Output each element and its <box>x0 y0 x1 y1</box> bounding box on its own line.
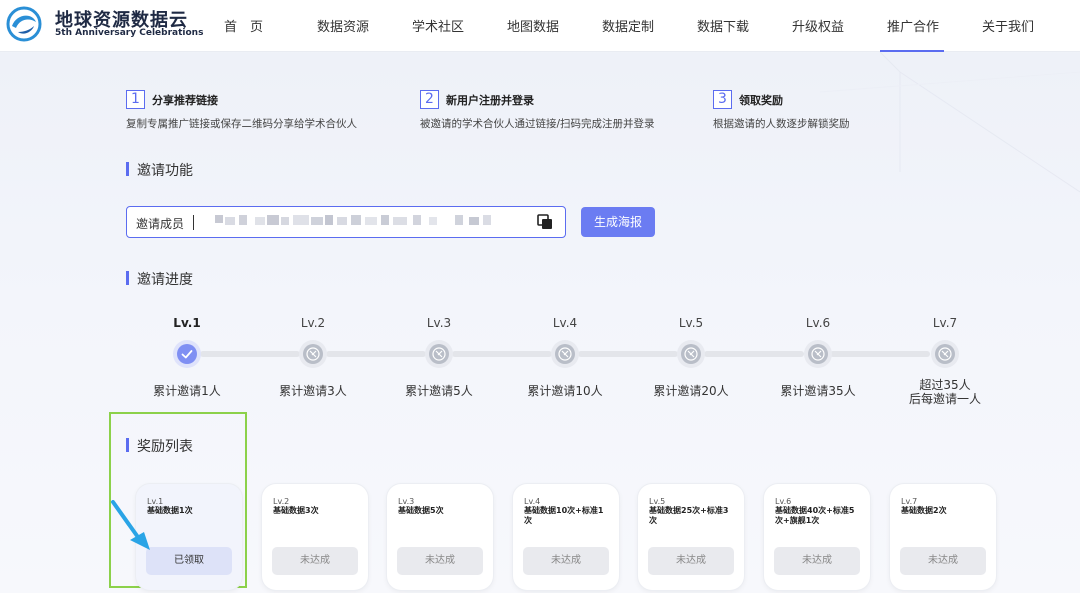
progress-track <box>326 351 426 357</box>
reward-card-6: Lv.6 基础数据40次+标准5次+旗舰1次 未达成 <box>764 484 870 590</box>
top-nav: 地球资源数据云 5th Anniversary Celebrations 首 页… <box>0 0 1080 52</box>
reward-level: Lv.2 <box>273 497 290 506</box>
level-node-4 <box>551 340 579 368</box>
step-description: 根据邀请的人数逐步解锁奖励 <box>713 118 850 130</box>
level-node-6 <box>804 340 832 368</box>
nav-active-indicator <box>880 50 944 52</box>
reward-description: 基础数据10次+标准1次 <box>524 506 604 525</box>
invite-section-title: 邀请功能 <box>126 160 193 180</box>
reward-description: 基础数据40次+标准5次+旗舰1次 <box>775 506 855 525</box>
text-cursor <box>193 215 194 230</box>
level-requirement-7-line2: 后每邀请一人 <box>908 392 981 406</box>
level-requirement-3: 累计邀请5人 <box>405 384 473 398</box>
level-label-5: Lv.5 <box>678 316 704 330</box>
reward-level: Lv.1 <box>147 497 164 506</box>
reward-card-2: Lv.2 基础数据3次 未达成 <box>262 484 368 590</box>
level-node-7 <box>931 340 959 368</box>
nav-item-academic-community[interactable]: 学术社区 <box>412 16 464 35</box>
invite-link-field[interactable]: 邀请成员 <box>126 206 566 238</box>
reward-card-7: Lv.7 基础数据2次 未达成 <box>890 484 996 590</box>
not-reached-button[interactable]: 未达成 <box>397 547 483 575</box>
level-requirement-7-line1: 超过35人 <box>919 378 971 392</box>
lock-icon <box>432 347 446 361</box>
generate-poster-button[interactable]: 生成海报 <box>581 207 655 237</box>
level-requirement-1: 累计邀请1人 <box>153 384 221 398</box>
invite-label: 邀请成员 <box>136 217 185 231</box>
brand-subtitle: 5th Anniversary Celebrations <box>55 28 204 38</box>
nav-item-home[interactable]: 首 页 <box>224 16 263 35</box>
step-title: 领取奖励 <box>739 94 783 107</box>
reward-level: Lv.3 <box>398 497 415 506</box>
step-number: 2 <box>420 90 439 109</box>
step-title: 新用户注册并登录 <box>446 94 534 107</box>
lock-icon <box>938 347 952 361</box>
progress-track <box>200 351 300 357</box>
reward-card-4: Lv.4 基础数据10次+标准1次 未达成 <box>513 484 619 590</box>
lock-icon <box>811 347 825 361</box>
level-node-2 <box>299 340 327 368</box>
level-requirement-4: 累计邀请10人 <box>527 384 603 398</box>
nav-item-map-data[interactable]: 地图数据 <box>507 16 559 35</box>
level-requirement-7: 超过35人 后每邀请一人 <box>890 378 1000 406</box>
reward-description: 基础数据5次 <box>398 506 444 515</box>
reward-level: Lv.7 <box>901 497 918 506</box>
step-description: 复制专属推广链接或保存二维码分享给学术合伙人 <box>126 118 357 130</box>
reward-description: 基础数据1次 <box>147 506 193 515</box>
not-reached-button[interactable]: 未达成 <box>648 547 734 575</box>
level-requirement-6: 累计邀请35人 <box>780 384 856 398</box>
progress-track <box>830 351 930 357</box>
level-label-4: Lv.4 <box>552 316 578 330</box>
reward-level: Lv.4 <box>524 497 541 506</box>
logo-icon[interactable] <box>6 6 42 42</box>
not-reached-button[interactable]: 未达成 <box>774 547 860 575</box>
reward-card-3: Lv.3 基础数据5次 未达成 <box>387 484 493 590</box>
nav-item-data-customization[interactable]: 数据定制 <box>602 16 654 35</box>
nav-item-data-resources[interactable]: 数据资源 <box>317 16 369 35</box>
level-label-6: Lv.6 <box>805 316 831 330</box>
progress-track <box>452 351 552 357</box>
reward-description: 基础数据3次 <box>273 506 319 515</box>
not-reached-button[interactable]: 未达成 <box>523 547 609 575</box>
lock-icon <box>684 347 698 361</box>
not-reached-button[interactable]: 未达成 <box>272 547 358 575</box>
level-label-2: Lv.2 <box>300 316 326 330</box>
level-node-5 <box>677 340 705 368</box>
level-requirement-2: 累计邀请3人 <box>279 384 347 398</box>
lock-icon <box>558 347 572 361</box>
check-icon <box>181 350 193 359</box>
step-number: 3 <box>713 90 732 109</box>
step-title: 分享推荐链接 <box>152 94 218 107</box>
reward-card-1: Lv.1 基础数据1次 已领取 <box>136 484 242 590</box>
redacted-link <box>215 215 491 225</box>
level-label-7: Lv.7 <box>932 316 958 330</box>
lock-icon <box>306 347 320 361</box>
progress-track <box>578 351 678 357</box>
copy-icon[interactable] <box>537 214 553 230</box>
reward-description: 基础数据2次 <box>901 506 947 515</box>
step-number: 1 <box>126 90 145 109</box>
step-description: 被邀请的学术合伙人通过链接/扫码完成注册并登录 <box>420 118 655 130</box>
level-node-3 <box>425 340 453 368</box>
reward-card-5: Lv.5 基础数据25次+标准3次 未达成 <box>638 484 744 590</box>
not-reached-button[interactable]: 未达成 <box>900 547 986 575</box>
reward-level: Lv.6 <box>775 497 792 506</box>
progress-section-title: 邀请进度 <box>126 269 193 289</box>
nav-item-about-us[interactable]: 关于我们 <box>982 16 1034 35</box>
progress-track <box>704 351 804 357</box>
reward-description: 基础数据25次+标准3次 <box>649 506 729 525</box>
claimed-button[interactable]: 已领取 <box>146 547 232 575</box>
nav-item-upgrade-benefits[interactable]: 升级权益 <box>792 16 844 35</box>
level-label-3: Lv.3 <box>426 316 452 330</box>
reward-level: Lv.5 <box>649 497 666 506</box>
rewards-section-title: 奖励列表 <box>126 436 193 456</box>
level-label-1: Lv.1 <box>173 316 201 330</box>
nav-item-promotion[interactable]: 推广合作 <box>887 16 939 35</box>
level-node-1 <box>173 340 201 368</box>
nav-item-data-download[interactable]: 数据下载 <box>697 16 749 35</box>
level-requirement-5: 累计邀请20人 <box>653 384 729 398</box>
